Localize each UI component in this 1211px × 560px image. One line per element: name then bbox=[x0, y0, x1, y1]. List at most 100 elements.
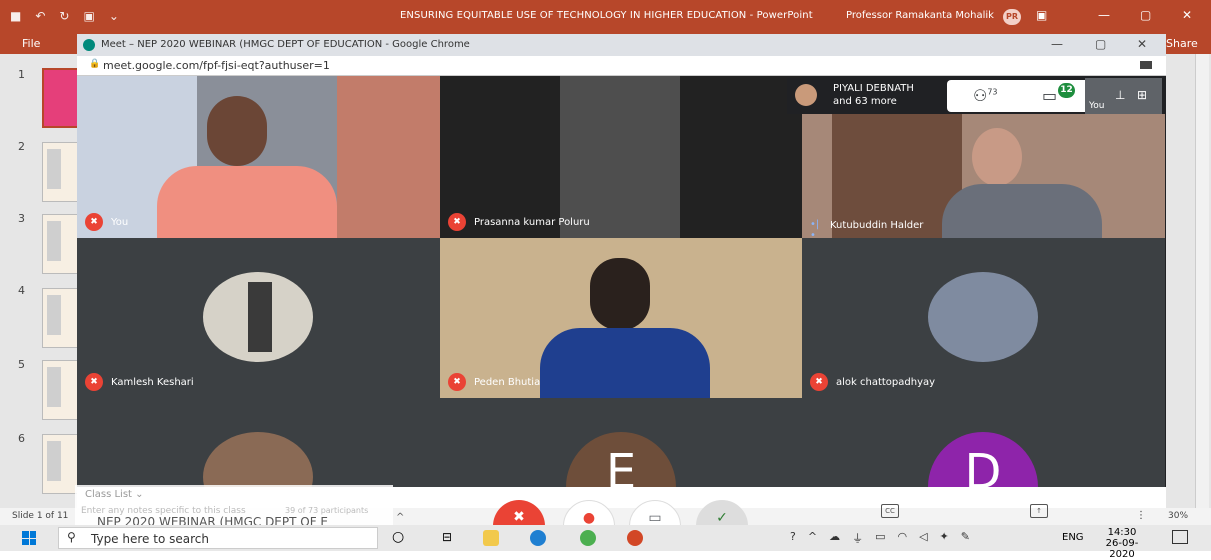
video-tile[interactable]: ✖ Prasanna kumar Poluru bbox=[440, 76, 802, 238]
taskbar-search[interactable]: ⚲ Type here to search bbox=[58, 527, 378, 549]
present-icon[interactable]: ▣ bbox=[83, 9, 94, 23]
user-avatar[interactable]: PR bbox=[1003, 9, 1021, 25]
video-tile[interactable]: D bbox=[802, 398, 1165, 488]
mic-off-icon: ✖ bbox=[810, 373, 828, 391]
onedrive-icon[interactable]: ☁ bbox=[829, 530, 840, 546]
file-tab[interactable]: File bbox=[22, 37, 40, 50]
participant-ratio: 39 of 73 participants bbox=[285, 506, 369, 515]
participant-avatar bbox=[203, 272, 313, 362]
dropbox-icon[interactable]: ✦ bbox=[940, 530, 949, 546]
slide-number: 4 bbox=[18, 284, 25, 297]
share-button[interactable]: Share bbox=[1166, 37, 1198, 50]
notification-icon[interactable] bbox=[1172, 530, 1188, 544]
participant-count: 73 bbox=[987, 87, 998, 97]
chrome-icon[interactable] bbox=[580, 530, 596, 546]
ribbon-display-icon[interactable]: ▣ bbox=[1036, 8, 1047, 22]
undo-icon[interactable]: ↶ bbox=[35, 9, 45, 23]
volume-icon[interactable]: ◁ bbox=[919, 530, 927, 546]
chevron-up-icon[interactable]: ^ bbox=[396, 512, 404, 523]
speaking-indicator-icon: •|• bbox=[810, 219, 820, 238]
windows-start-icon[interactable] bbox=[22, 531, 36, 545]
minimize-icon[interactable]: — bbox=[1098, 8, 1110, 22]
presenter-name: PIYALI DEBNATH bbox=[833, 83, 914, 94]
participant-initial: D bbox=[928, 432, 1038, 488]
presenter-more: and 63 more bbox=[833, 96, 897, 107]
present-now-icon[interactable]: ↑ bbox=[1030, 504, 1048, 518]
participant-shirt bbox=[157, 166, 337, 238]
battery-icon[interactable]: ▭ bbox=[875, 530, 885, 546]
maximize-icon[interactable]: ▢ bbox=[1095, 37, 1106, 51]
presenter-info: PIYALI DEBNATH and 63 more bbox=[833, 82, 914, 108]
camera-icon[interactable] bbox=[1140, 61, 1152, 69]
video-tile[interactable]: ✖ Peden Bhutia bbox=[440, 238, 802, 398]
participant-name: Peden Bhutia bbox=[474, 376, 541, 388]
more-options-icon[interactable]: ⋮ bbox=[1136, 510, 1146, 521]
powerpoint-icon[interactable] bbox=[627, 530, 643, 546]
participant-name: You bbox=[111, 216, 129, 228]
participant-name: Prasanna kumar Poluru bbox=[474, 216, 590, 228]
layout-icon[interactable]: ⊞ bbox=[1137, 88, 1147, 102]
usb-icon[interactable]: ⏚ bbox=[852, 530, 863, 546]
captions-icon[interactable]: CC bbox=[881, 504, 899, 518]
video-tile[interactable]: ✖ alok chattopadhyay bbox=[802, 238, 1165, 398]
video-tile[interactable]: •|• Kutubuddin Halder bbox=[802, 114, 1165, 238]
file-explorer-icon[interactable] bbox=[483, 530, 499, 546]
powerpoint-title-bar: ■ ↶ ↻ ▣ ⌄ ENSURING EQUITABLE USE OF TECH… bbox=[0, 0, 1211, 34]
participant-avatar bbox=[928, 272, 1038, 362]
user-name[interactable]: Professor Ramakanta Mohalik bbox=[846, 10, 994, 21]
mic-off-icon: ✖ bbox=[448, 373, 466, 391]
customize-icon[interactable]: ⌄ bbox=[109, 9, 119, 23]
participant-avatar bbox=[203, 432, 313, 488]
slide-number: 5 bbox=[18, 358, 25, 371]
participant-head bbox=[207, 96, 267, 166]
self-view-thumbnail[interactable]: You ⊥ ⊞ bbox=[1085, 78, 1162, 114]
task-view-icon[interactable]: ⊟ bbox=[442, 530, 452, 544]
save-icon[interactable]: ■ bbox=[10, 9, 21, 23]
chat-icon[interactable]: ▭ bbox=[1042, 86, 1057, 105]
help-icon[interactable]: ? bbox=[790, 530, 796, 546]
slide-thumbnail-pane: 1 2 3 4 5 6 bbox=[0, 54, 102, 508]
cortana-icon[interactable]: ○ bbox=[392, 529, 404, 545]
mic-off-icon: ✖ bbox=[85, 213, 103, 231]
video-tile[interactable] bbox=[77, 398, 440, 488]
chrome-window-title: Meet – NEP 2020 WEBINAR (HMGC DEPT OF ED… bbox=[101, 39, 470, 50]
chrome-title-bar: Meet – NEP 2020 WEBINAR (HMGC DEPT OF ED… bbox=[77, 34, 1166, 56]
redo-icon[interactable]: ↻ bbox=[59, 9, 69, 23]
participants-button[interactable]: ⚇73 bbox=[973, 86, 998, 105]
meet-top-bar: PIYALI DEBNATH and 63 more ⚇73 ▭ 12 You … bbox=[787, 78, 1162, 114]
participant-shirt bbox=[942, 184, 1102, 238]
zoom-level[interactable]: 30% bbox=[1168, 511, 1188, 521]
class-list-overlay[interactable]: Class List ⌄ Enter any notes specific to… bbox=[75, 485, 393, 529]
minimize-icon[interactable]: — bbox=[1051, 37, 1063, 51]
clock[interactable]: 14:30 26-09-2020 bbox=[1097, 527, 1147, 560]
close-icon[interactable]: ✕ bbox=[1137, 37, 1147, 51]
maximize-icon[interactable]: ▢ bbox=[1140, 8, 1151, 22]
self-label: You bbox=[1089, 101, 1105, 111]
class-list-label[interactable]: Class List ⌄ bbox=[85, 489, 144, 500]
presenter-avatar bbox=[795, 84, 817, 106]
address-bar[interactable]: 🔒 meet.google.com/fpf-fjsi-eqt?authuser=… bbox=[77, 56, 1166, 76]
slide-number: 3 bbox=[18, 212, 25, 225]
lock-icon: 🔒 bbox=[89, 59, 101, 69]
edge-icon[interactable] bbox=[530, 530, 546, 546]
chevron-up-icon[interactable]: ^ bbox=[808, 530, 817, 546]
language-indicator[interactable]: ENG bbox=[1062, 532, 1084, 543]
participant-head bbox=[972, 128, 1022, 186]
video-tile[interactable]: ✖ Kamlesh Keshari bbox=[77, 238, 440, 398]
video-tile[interactable]: ✖ You bbox=[77, 76, 440, 238]
participant-head bbox=[590, 258, 650, 330]
participant-name: Kutubuddin Halder bbox=[830, 219, 924, 231]
wifi-icon[interactable]: ◠ bbox=[897, 530, 907, 546]
url-text[interactable]: meet.google.com/fpf-fjsi-eqt?authuser=1 bbox=[103, 59, 330, 72]
slide-counter: Slide 1 of 11 bbox=[12, 511, 69, 521]
pen-icon[interactable]: ✎ bbox=[961, 530, 970, 546]
close-icon[interactable]: ✕ bbox=[1182, 8, 1192, 22]
curtain-background bbox=[337, 76, 440, 238]
video-tile[interactable]: E bbox=[440, 398, 802, 488]
pin-icon[interactable]: ⊥ bbox=[1115, 88, 1125, 102]
hangup-icon: ● bbox=[582, 510, 596, 526]
vertical-scrollbar[interactable] bbox=[1195, 54, 1209, 508]
document-title: ENSURING EQUITABLE USE OF TECHNOLOGY IN … bbox=[400, 10, 813, 21]
search-placeholder[interactable]: Type here to search bbox=[91, 532, 209, 546]
system-tray: ? ^ ☁ ⏚ ▭ ◠ ◁ ✦ ✎ bbox=[790, 530, 970, 546]
